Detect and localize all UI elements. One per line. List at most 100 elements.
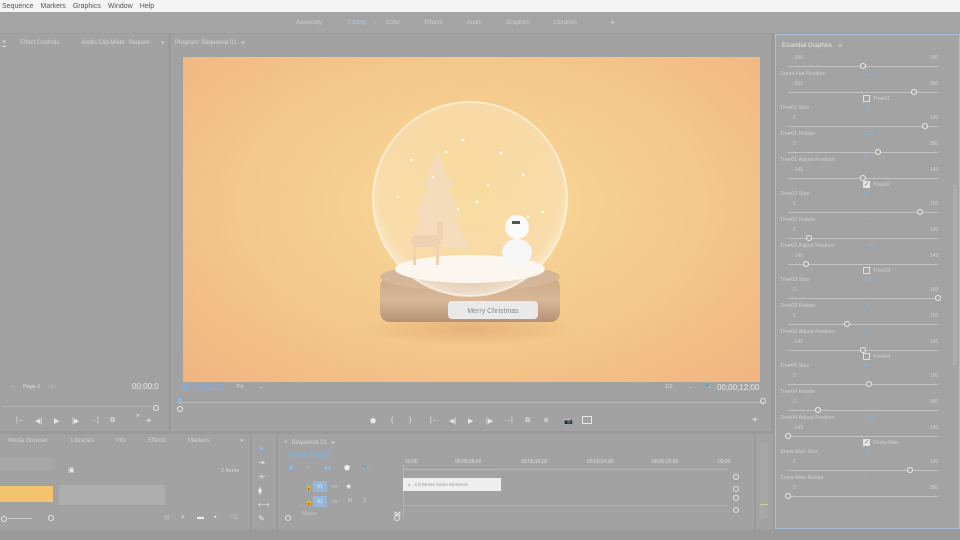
- timeline-timecode[interactable]: 00;00;00;00: [288, 451, 330, 460]
- program-menu-icon[interactable]: ≡: [241, 40, 245, 47]
- panel-overflow-icon[interactable]: »: [161, 40, 164, 46]
- work-area-bar[interactable]: [403, 471, 501, 472]
- property-value[interactable]: 91: [864, 191, 870, 197]
- slider-track[interactable]: [785, 493, 938, 499]
- v1-scroll-handle[interactable]: [733, 474, 739, 480]
- slider-handle[interactable]: [803, 261, 809, 267]
- new-item-icon[interactable]: ▪: [214, 514, 216, 521]
- slider-handle[interactable]: [935, 295, 941, 301]
- tab-markers[interactable]: Markers: [188, 438, 210, 444]
- zoom-handle[interactable]: [153, 405, 159, 411]
- settings-wrench-icon[interactable]: 🔧: [362, 464, 371, 472]
- media-overflow-icon[interactable]: »: [240, 438, 243, 444]
- track-a1-target[interactable]: A1: [313, 496, 327, 507]
- menu-graphics[interactable]: Graphics: [73, 3, 101, 10]
- property-value[interactable]: 54: [864, 363, 870, 369]
- step-back-icon[interactable]: ◀|: [449, 417, 456, 425]
- property-value[interactable]: -103: [864, 243, 875, 249]
- property-value[interactable]: -145: [864, 415, 875, 421]
- slider-handle[interactable]: [843, 321, 850, 327]
- video-preview[interactable]: Merry Christmas: [183, 57, 760, 382]
- close-icon[interactable]: ×: [284, 440, 288, 446]
- slider-track[interactable]: [788, 123, 938, 129]
- fit-dropdown[interactable]: Fit ⌄: [237, 384, 263, 390]
- slider-track[interactable]: [788, 261, 938, 267]
- workspace-tab-audio[interactable]: Audio: [466, 20, 481, 26]
- monitor-timeline-ruler[interactable]: [178, 402, 764, 403]
- workspace-tab-graphics[interactable]: Graphics: [506, 20, 530, 26]
- slider-track[interactable]: [785, 433, 938, 439]
- zoom-right-handle[interactable]: [760, 398, 766, 404]
- workspace-tab-assembly[interactable]: Assembly: [296, 20, 322, 26]
- workspace-tab-effects[interactable]: Effects: [424, 20, 442, 26]
- visibility-checkbox[interactable]: Tree01: [863, 95, 890, 102]
- timeline-menu-icon[interactable]: ≡: [331, 440, 335, 447]
- property-value[interactable]: 14: [864, 217, 870, 223]
- tab-audio-clip-mixer[interactable]: Audio Clip Mixer: Sequen: [81, 40, 149, 46]
- timeline-playhead[interactable]: [403, 465, 404, 519]
- a1-scroll-handle-2[interactable]: [733, 507, 739, 513]
- visibility-checkbox[interactable]: ✓ Snow Man: [863, 439, 899, 446]
- eye-icon[interactable]: ◉: [346, 483, 351, 490]
- solo-button[interactable]: S: [363, 498, 366, 504]
- workspace-overflow-icon[interactable]: »: [611, 20, 614, 26]
- checkbox-checked-icon[interactable]: ✓: [863, 181, 870, 188]
- slider-handle[interactable]: [860, 63, 866, 69]
- property-value[interactable]: 1: [864, 475, 867, 481]
- ripple-edit-tool-icon[interactable]: ⟛: [258, 472, 265, 482]
- slider-track[interactable]: [788, 347, 938, 353]
- mark-out-icon[interactable]: }: [409, 417, 411, 424]
- media-tree-row[interactable]: [0, 458, 55, 470]
- menu-markers[interactable]: Markers: [41, 3, 66, 10]
- checkbox-checked-icon[interactable]: ✓: [863, 439, 870, 446]
- playhead[interactable]: [178, 398, 181, 404]
- timeline-zoom-in-handle[interactable]: [394, 515, 400, 521]
- pen-tool-icon[interactable]: ✎: [258, 514, 265, 523]
- new-bin-icon[interactable]: ▬: [197, 514, 204, 521]
- lift-icon[interactable]: ⧉: [525, 417, 530, 425]
- workspace-menu-icon[interactable]: ≡: [372, 20, 376, 26]
- slider-track[interactable]: [788, 63, 938, 69]
- solo-meter-icon[interactable]: ○○: [759, 509, 764, 514]
- extract-icon[interactable]: ⧈: [544, 417, 548, 425]
- slider-handle[interactable]: [815, 407, 821, 413]
- panel-menu-icon[interactable]: ≡: [2, 39, 7, 47]
- tab-libraries[interactable]: Libraries: [71, 438, 94, 444]
- linked-selection-icon[interactable]: ⧓: [324, 464, 331, 472]
- program-current-timecode[interactable]: 00;00;00;00: [181, 383, 223, 392]
- property-value[interactable]: 0: [864, 157, 867, 163]
- sequence-tab[interactable]: Sequence 01: [292, 440, 327, 446]
- clip-christmas-globe[interactable]: ▲ Christmas Globe Elements: [403, 478, 501, 491]
- checkbox-unchecked-icon[interactable]: [863, 353, 870, 360]
- scrub-bar[interactable]: [2, 406, 152, 407]
- slider-track[interactable]: [788, 209, 938, 215]
- nest-icon[interactable]: ✱: [288, 464, 294, 472]
- visibility-checkbox[interactable]: ✓ Tree02: [863, 181, 890, 188]
- a1-scroll-handle[interactable]: [733, 495, 739, 501]
- tab-media-browser[interactable]: Media Browser: [8, 438, 48, 444]
- property-value[interactable]: 215: [864, 131, 873, 137]
- tab-info[interactable]: Info: [116, 438, 126, 444]
- more-buttons-icon[interactable]: »: [136, 413, 139, 419]
- slider-handle[interactable]: [875, 149, 881, 155]
- program-monitor-title[interactable]: Program: Sequence 01: [175, 40, 237, 46]
- checkbox-unchecked-icon[interactable]: [863, 95, 870, 102]
- property-value[interactable]: 39: [864, 303, 870, 309]
- step-forward-icon[interactable]: |▶: [72, 417, 79, 425]
- insert-icon[interactable]: ⧉: [110, 417, 115, 425]
- property-value[interactable]: 91: [864, 105, 870, 111]
- workspace-tab-libraries[interactable]: Libraries: [554, 20, 577, 26]
- zoom-left-handle[interactable]: [177, 406, 183, 412]
- v1-scroll-handle-2[interactable]: [733, 486, 739, 492]
- page-label[interactable]: Page 1: [23, 384, 40, 390]
- mark-in-icon[interactable]: {: [391, 417, 393, 424]
- snap-icon[interactable]: ∩: [306, 464, 311, 471]
- trash-icon[interactable]: ⌫: [230, 514, 238, 521]
- slip-tool-icon[interactable]: ⟷: [258, 500, 269, 509]
- add-button-icon[interactable]: +: [752, 415, 758, 426]
- slider-handle[interactable]: [921, 123, 928, 129]
- prev-page-icon[interactable]: ‹: [12, 384, 14, 390]
- lock-v1-icon[interactable]: 🔒: [305, 484, 312, 491]
- go-to-in-icon[interactable]: |←: [16, 417, 25, 424]
- slider-track[interactable]: [788, 175, 938, 181]
